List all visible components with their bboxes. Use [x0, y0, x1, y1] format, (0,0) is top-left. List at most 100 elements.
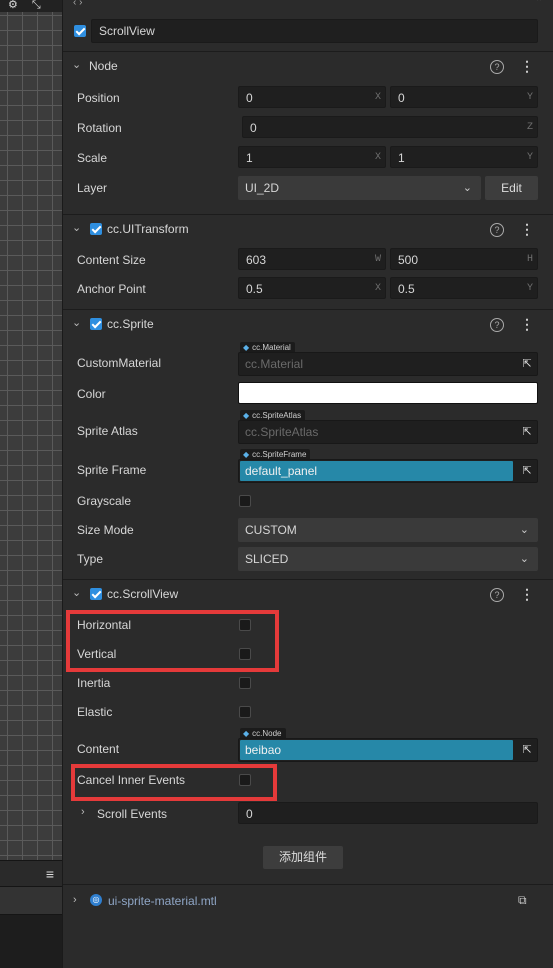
type-dropdown[interactable]: SLICED ⌄	[238, 547, 538, 571]
open-external-icon[interactable]: ⧉	[518, 893, 527, 908]
scrollview-section-header[interactable]: ⌄ cc.ScrollView ? ⋮	[63, 579, 553, 608]
size-mode-dropdown[interactable]: CUSTOM ⌄	[238, 518, 538, 542]
position-x-value: 0	[246, 91, 253, 105]
sprite-atlas-field[interactable]: cc.SpriteAtlas ⇱	[238, 420, 538, 444]
node-section-header[interactable]: ⌄ Node ? ⋮	[63, 51, 553, 80]
scroll-events-count-input[interactable]: 0	[238, 802, 538, 824]
custom-material-field[interactable]: cc.Material ⇱	[238, 352, 538, 376]
settings-icon[interactable]: ⚙	[8, 0, 18, 12]
uitransform-section-header[interactable]: ⌄ cc.UITransform ? ⋮	[63, 214, 553, 243]
back-icon[interactable]: ‹ ›	[73, 0, 82, 8]
sprite-section-header[interactable]: ⌄ cc.Sprite ? ⋮	[63, 309, 553, 338]
add-component-button[interactable]: 添加组件	[263, 846, 343, 869]
chevron-down-icon: ⌄	[72, 59, 82, 71]
more-icon[interactable]: ⋮	[520, 59, 534, 73]
scroll-events-label[interactable]: Scroll Events	[97, 807, 167, 821]
chevron-down-icon: ⌄	[72, 222, 82, 234]
asset-icon: ◆	[243, 729, 250, 738]
content-node-field[interactable]: beibao ⇱	[238, 738, 538, 762]
scale-x-value: 1	[246, 151, 253, 165]
chevron-right-icon[interactable]: ›	[73, 894, 77, 906]
layer-edit-button[interactable]: Edit	[485, 176, 538, 200]
rotation-z-input[interactable]: 0 Z	[242, 116, 538, 138]
asset-picker-icon[interactable]: ⇱	[520, 357, 534, 371]
section-title: cc.ScrollView	[107, 587, 179, 601]
scale-x-input[interactable]: 1 X	[238, 146, 386, 168]
node-active-checkbox[interactable]	[74, 25, 86, 37]
position-y-value: 0	[398, 91, 405, 105]
type-label: Type	[77, 552, 104, 566]
size-mode-label: Size Mode	[77, 523, 134, 537]
axis-x-label: X	[374, 92, 381, 103]
axis-w-label: W	[374, 254, 381, 265]
chevron-down-icon: ⌄	[462, 182, 472, 194]
scroll-events-count: 0	[246, 807, 253, 821]
help-icon[interactable]: ?	[490, 588, 504, 602]
panel-body	[0, 914, 62, 968]
layer-dropdown[interactable]: UI_2D ⌄	[238, 176, 481, 200]
anchor-y-input[interactable]: 0.5 Y	[390, 277, 538, 299]
scene-toolbar: ⚙ ⤡	[8, 0, 41, 12]
lock-icon[interactable]: ⌃	[535, 0, 543, 8]
node-name-input[interactable]: ScrollView	[91, 19, 538, 43]
section-title: Node	[89, 59, 118, 73]
more-icon[interactable]: ⋮	[520, 587, 534, 601]
axis-x-label: X	[374, 283, 381, 294]
inspector-nav: ‹ › ⌃	[73, 0, 543, 10]
material-asset-name: ui-sprite-material.mtl	[108, 894, 217, 908]
sprite-enabled-checkbox[interactable]	[90, 318, 102, 330]
content-value-box: beibao	[240, 740, 513, 760]
asset-type-label: cc.Node	[252, 729, 282, 738]
anchor-point-label: Anchor Point	[77, 282, 146, 296]
anchor-x-value: 0.5	[246, 282, 263, 296]
material-asset-icon: ◎	[90, 894, 102, 906]
inertia-checkbox[interactable]	[239, 677, 251, 689]
content-size-h-input[interactable]: 500 H	[390, 248, 538, 270]
layer-label: Layer	[77, 181, 108, 195]
anchor-x-input[interactable]: 0.5 X	[238, 277, 386, 299]
content-label: Content	[77, 742, 120, 756]
inertia-label: Inertia	[77, 676, 111, 690]
chevron-right-icon[interactable]: ›	[81, 806, 85, 818]
asset-icon: ◆	[243, 411, 250, 420]
scale-y-input[interactable]: 1 Y	[390, 146, 538, 168]
rotation-z-value: 0	[250, 121, 257, 135]
scale-y-value: 1	[398, 151, 405, 165]
scene-view[interactable]: ⚙ ⤡ ≡	[0, 0, 63, 968]
more-icon[interactable]: ⋮	[520, 317, 534, 331]
asset-picker-icon[interactable]: ⇱	[520, 425, 534, 439]
scene-grid[interactable]	[0, 12, 62, 860]
help-icon[interactable]: ?	[490, 223, 504, 237]
sprite-atlas-label: Sprite Atlas	[77, 424, 138, 438]
panel-header: ≡	[0, 860, 62, 887]
content-size-w-value: 603	[246, 253, 267, 267]
position-y-input[interactable]: 0 Y	[390, 86, 538, 108]
axis-y-label: Y	[526, 152, 533, 163]
grayscale-checkbox[interactable]	[239, 495, 251, 507]
custom-material-label: CustomMaterial	[77, 356, 162, 370]
sprite-frame-value: default_panel	[245, 464, 318, 478]
scale-label: Scale	[77, 151, 108, 165]
sprite-frame-field[interactable]: default_panel ⇱	[238, 459, 538, 483]
help-icon[interactable]: ?	[490, 318, 504, 332]
menu-icon[interactable]: ≡	[46, 866, 54, 882]
material-asset-row[interactable]: › ◎ ui-sprite-material.mtl ⧉	[63, 885, 553, 917]
content-size-h-value: 500	[398, 253, 419, 267]
axis-x-label: X	[374, 152, 381, 163]
help-icon[interactable]: ?	[490, 60, 504, 74]
chevron-down-icon: ⌄	[72, 317, 82, 329]
asset-picker-icon[interactable]: ⇱	[520, 743, 534, 757]
content-size-w-input[interactable]: 603 W	[238, 248, 386, 270]
position-x-input[interactable]: 0 X	[238, 86, 386, 108]
more-icon[interactable]: ⋮	[520, 222, 534, 236]
position-label: Position	[77, 91, 120, 105]
sprite-atlas-placeholder: cc.SpriteAtlas	[245, 425, 319, 439]
scrollview-enabled-checkbox[interactable]	[90, 588, 102, 600]
uitransform-enabled-checkbox[interactable]	[90, 223, 102, 235]
asset-picker-icon[interactable]: ⇱	[520, 464, 534, 478]
transform-icon[interactable]: ⤡	[32, 0, 41, 12]
elastic-checkbox[interactable]	[239, 706, 251, 718]
axis-y-label: Y	[526, 283, 533, 294]
color-swatch[interactable]	[238, 382, 538, 404]
anchor-y-value: 0.5	[398, 282, 415, 296]
